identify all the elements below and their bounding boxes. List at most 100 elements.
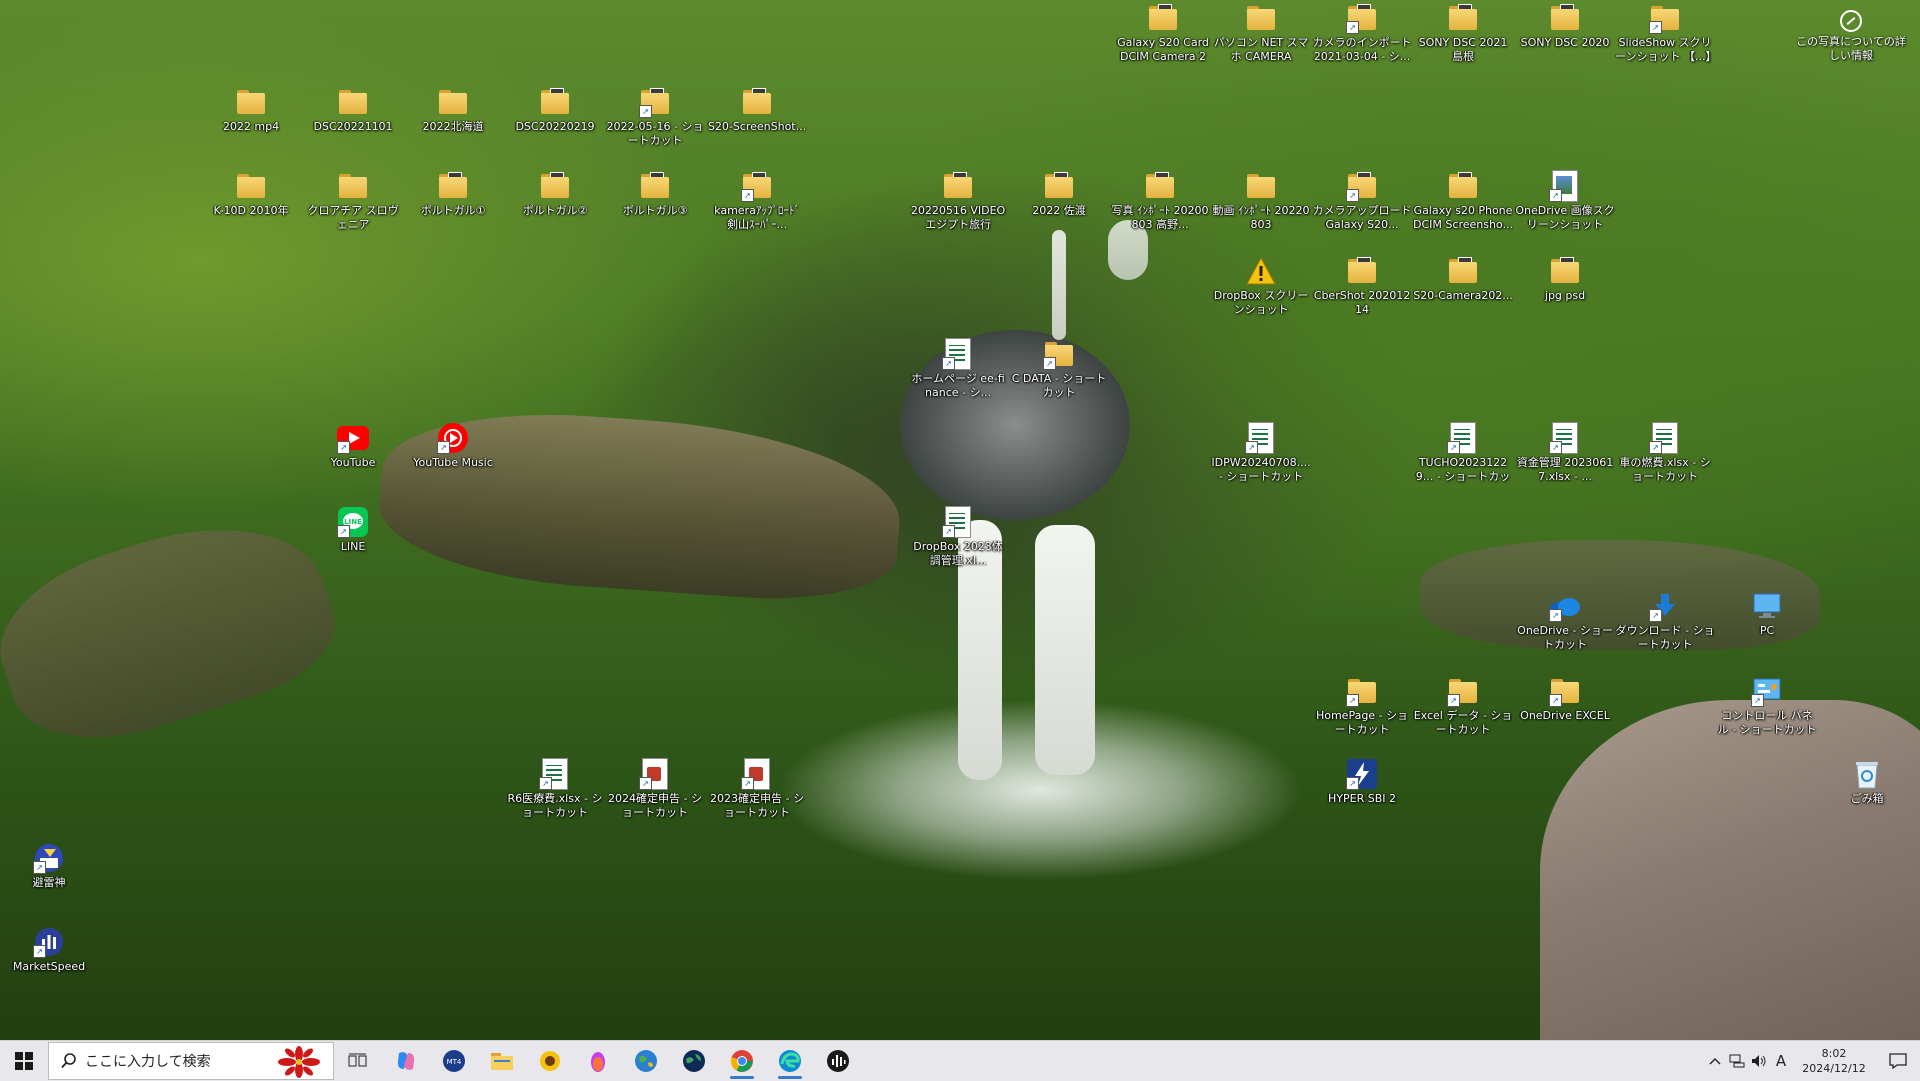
desktop-icon-hypersbi[interactable]: ↗ HYPER SBI 2 [1312,758,1412,806]
taskbar-app-mt4[interactable]: MT4 [430,1041,478,1081]
desktop-icon-port2[interactable]: ポルトガル② [505,170,605,218]
taskbar-app-explorer[interactable] [478,1041,526,1081]
desktop-icon-control[interactable]: ↗ コントロール パネル - ショートカット [1717,675,1817,737]
desktop-icon-sony2021[interactable]: SONY DSC 2021 島根 [1413,2,1513,64]
desktop-icon-video0516[interactable]: 20220516 VIDEO エジプト旅行 [908,170,1008,232]
desktop-icon-sado[interactable]: 2022 佐渡 [1009,170,1109,218]
desktop-icon-exceldata[interactable]: ↗ Excel データ - ショートカット [1413,675,1513,737]
desktop-icon-camimport[interactable]: ↗ カメラのインポート 2021-03-04 - シ... [1312,2,1412,64]
earth-app-icon [682,1049,706,1073]
shortcut-arrow-icon: ↗ [1649,441,1662,454]
desktop-icon-glyph: ↗ [1549,590,1581,622]
taskbar-app-edge[interactable] [766,1041,814,1081]
desktop-icon-camupload[interactable]: ↗ カメラアップロード Galaxy S20... [1312,170,1412,232]
desktop-icon-glyph: ↗ [33,926,65,958]
desktop-icon-glyph [1144,170,1176,202]
photo-info-button[interactable]: この写真についての詳しい情報 [1796,10,1906,63]
desktop-icon-slideshow[interactable]: ↗ SlideShow スクリーンショット 【...】 [1615,2,1715,64]
desktop-icon-glyph: ↗ [1549,422,1581,454]
desktop-icon-recycle[interactable]: ごみ箱 [1817,758,1917,806]
desktop-icon-homepage[interactable]: ↗ HomePage - ショートカット [1312,675,1412,737]
taskbar-app-chrome[interactable] [718,1041,766,1081]
desktop-icon-cdata[interactable]: ↗ C DATA - ショートカット [1009,338,1109,400]
desktop-icon-s20cam[interactable]: S20-Camera202... [1413,255,1513,303]
shortcut-arrow-icon: ↗ [942,357,955,370]
desktop-icon-shikin[interactable]: ↗ 資金管理 20230617.xlsx - ... [1515,422,1615,484]
desktop-icon-odimg[interactable]: ↗ OneDrive 画像スクリーンショット [1515,170,1615,232]
desktop-icon-youtube[interactable]: ↗ YouTube [303,422,403,470]
desktop-icon-glyph: ↗ [1346,675,1378,707]
taskbar-app-copilot[interactable] [382,1041,430,1081]
taskbar-app-globe1[interactable] [622,1041,670,1081]
desktop-icon-glyph [1851,758,1883,790]
desktop-icon-hokkaido[interactable]: 2022北海道 [403,86,503,134]
shortcut-arrow-icon: ↗ [1346,21,1359,34]
desktop-icon-homefin[interactable]: ↗ ホームページ ee-finance - シ... [908,338,1008,400]
desktop-icon-label: 2022北海道 [422,120,484,133]
network-icon[interactable] [1726,1041,1748,1081]
desktop-icon-s20240516[interactable]: ↗ 2022-05-16 - ショートカット [605,86,705,148]
desktop-icon-idpw[interactable]: ↗ IDPW20240708.... - ショートカット [1211,422,1311,484]
folder-icon [1247,174,1275,198]
taskbar-app-taskview[interactable] [334,1041,382,1081]
desktop-icon-g20card[interactable]: Galaxy S20 Card DCIM Camera 20... [1113,2,1213,64]
tray-overflow-chevron-icon[interactable] [1704,1041,1726,1081]
desktop-icon-croatia[interactable]: クロアチア スロヴェニア [303,170,403,232]
desktop-icon-label: カメラのインポート 2021-03-04 - シ... [1312,36,1412,63]
desktop-icon-download[interactable]: ↗ ダウンロード - ショートカット [1615,590,1715,652]
folder-icon [237,90,265,114]
desktop-icon-jpgpsd[interactable]: jpg psd [1515,255,1615,303]
shortcut-arrow-icon: ↗ [741,777,754,790]
desktop-icon-odshort[interactable]: ↗ OneDrive - ショートカット [1515,590,1615,652]
desktop-icon-port1[interactable]: ポルトガル① [403,170,503,218]
desktop-icon-k10d[interactable]: K-10D 2010年 [201,170,301,218]
desktop-icon-nenpi[interactable]: ↗ 車の燃費.xlsx - ショートカット [1615,422,1715,484]
globe-app-icon [634,1049,658,1073]
desktop-icon-dsc20220219[interactable]: DSC20220219 [505,86,605,134]
desktop-icon-cbershot[interactable]: CberShot 20201214 [1312,255,1412,317]
desktop-icon-sony2020[interactable]: SONY DSC 2020 [1515,2,1615,50]
desktop-icon-kamera[interactable]: ↗ kameraｱｯﾌﾟﾛｰﾄﾞ 剣山ｽｰﾊﾟｰ... [707,170,807,232]
ime-indicator[interactable]: A [1770,1041,1792,1081]
notification-center-button[interactable] [1876,1041,1920,1081]
desktop-icon-gs20dcim[interactable]: Galaxy s20 Phone DCIM Screensho... [1413,170,1513,232]
desktop-icon-line[interactable]: LINE ↗ LINE [303,506,403,554]
desktop-icon-glyph [1245,170,1277,202]
desktop-icon-label: SlideShow スクリーンショット 【...】 [1615,36,1715,63]
desktop-icon-r6iryo[interactable]: ↗ R6医療費.xlsx - ショートカット [505,758,605,820]
desktop-icon-photo0803[interactable]: 写真 ｲﾝﾎﾟｰﾄ 20200803 高野... [1110,170,1210,232]
taskbar-app-globe2[interactable] [670,1041,718,1081]
desktop-icon-label: パソコン NET スマホ CAMERA [1213,36,1309,63]
desktop-icon-kakutei2024[interactable]: ↗ 2024確定申告 - ショートカット [605,758,705,820]
desktop-icon-glyph [1549,2,1581,34]
desktop-icon-label: OneDrive 画像スクリーンショット [1515,204,1615,231]
desktop-icon-dsc20221101[interactable]: DSC20221101 [303,86,403,134]
taskbar-app-sunflower[interactable] [526,1041,574,1081]
desktop-icon-dbss[interactable]: DropBox スクリーンショット [1211,255,1311,317]
taskbar-app-audio[interactable] [814,1041,862,1081]
desktop-icon-label: DSC20220219 [515,120,595,133]
desktop-icon-pcnet[interactable]: パソコン NET スマホ CAMERA [1211,2,1311,64]
taskbar-search-box[interactable]: ここに入力して検索 [48,1042,334,1080]
edge-icon [778,1049,802,1073]
desktop-icon-label: 2022 佐渡 [1032,204,1086,217]
clock[interactable]: 8:02 2024/12/12 [1792,1046,1876,1076]
desktop-icon-dbtaicho[interactable]: ↗ DropBox 2023体調管理.xl... [908,506,1008,568]
start-button[interactable] [0,1041,48,1081]
desktop-icon-port3[interactable]: ポルトガル③ [605,170,705,218]
desktop-icon-hirai[interactable]: ↗ 避雷神 [0,842,99,890]
desktop-icon-ytmusic[interactable]: ↗ YouTube Music [403,422,503,470]
desktop-icon-glyph [942,170,974,202]
desktop-icon-marketspeed[interactable]: ↗ MarketSpeed [0,926,99,974]
taskbar-app-firefox[interactable] [574,1041,622,1081]
desktop-icon-mp4[interactable]: 2022 mp4 [201,86,301,134]
desktop-icon-odexcel[interactable]: ↗ OneDrive EXCEL [1515,675,1615,723]
desktop-icon-pc[interactable]: PC [1717,590,1817,638]
desktop-icon-s20ss[interactable]: S20-ScreenShot... [707,86,807,134]
desktop-icon-movie0803[interactable]: 動画 ｲﾝﾎﾟｰﾄ 20220803 [1211,170,1311,232]
volume-icon[interactable] [1748,1041,1770,1081]
desktop-icon-kakutei2023[interactable]: ↗ 2023確定申告 - ショートカット [707,758,807,820]
folder-icon [944,172,972,198]
shortcut-arrow-icon: ↗ [1751,694,1764,707]
desktop-icon-tucho[interactable]: ↗ TUCHO20231229... - ショートカット [1413,422,1513,484]
